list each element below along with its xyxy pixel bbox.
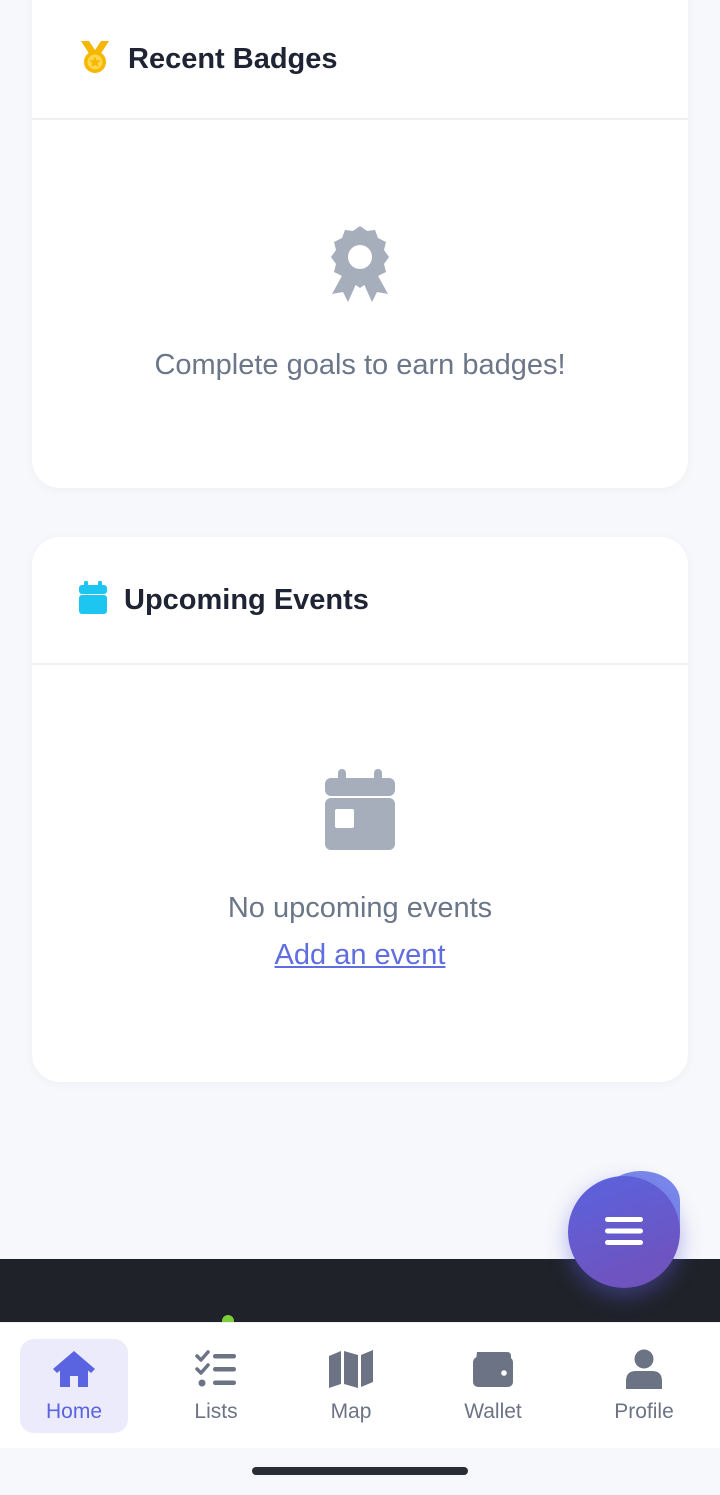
wallet-icon [472, 1349, 514, 1394]
recent-badges-header: Recent Badges [32, 0, 688, 120]
menu-icon [605, 1216, 643, 1249]
bottom-navigation: Home Lists Map Wallet Profile [0, 1322, 720, 1448]
recent-badges-card: Recent Badges Complete goals to earn bad… [32, 0, 688, 488]
badges-empty-text: Complete goals to earn badges! [154, 349, 566, 381]
nav-label-lists: Lists [194, 1400, 238, 1423]
nav-item-profile[interactable]: Profile [594, 1339, 694, 1433]
add-event-link[interactable]: Add an event [275, 939, 446, 972]
recent-badges-title: Recent Badges [128, 42, 338, 75]
home-indicator[interactable] [252, 1467, 468, 1475]
nav-item-wallet[interactable]: Wallet [443, 1339, 543, 1433]
home-screen: Recent Badges Complete goals to earn bad… [0, 0, 720, 1495]
user-icon [625, 1349, 663, 1394]
upcoming-events-card: Upcoming Events No upcoming events Add a… [32, 537, 688, 1082]
events-empty-text: No upcoming events [227, 892, 493, 924]
nav-label-home: Home [45, 1400, 103, 1423]
nav-label-wallet: Wallet [464, 1400, 522, 1423]
nav-item-home[interactable]: Home [20, 1339, 128, 1433]
nav-item-map[interactable]: Map [301, 1339, 401, 1433]
nav-label-profile: Profile [614, 1400, 674, 1423]
medal-icon [78, 39, 112, 80]
calendar-icon [78, 580, 108, 620]
upcoming-events-header: Upcoming Events [32, 537, 688, 665]
home-icon [51, 1349, 97, 1394]
list-check-icon [195, 1349, 237, 1394]
upcoming-events-title: Upcoming Events [124, 583, 369, 616]
recent-badges-empty-state: Complete goals to earn badges! [32, 120, 688, 382]
award-icon [329, 224, 391, 311]
map-icon [328, 1349, 374, 1394]
nav-label-map: Map [330, 1400, 372, 1423]
nav-item-lists[interactable]: Lists [166, 1339, 266, 1433]
calendar-day-icon [324, 769, 396, 856]
menu-fab-button[interactable] [568, 1176, 680, 1288]
upcoming-events-empty-state: No upcoming events Add an event [32, 665, 688, 972]
